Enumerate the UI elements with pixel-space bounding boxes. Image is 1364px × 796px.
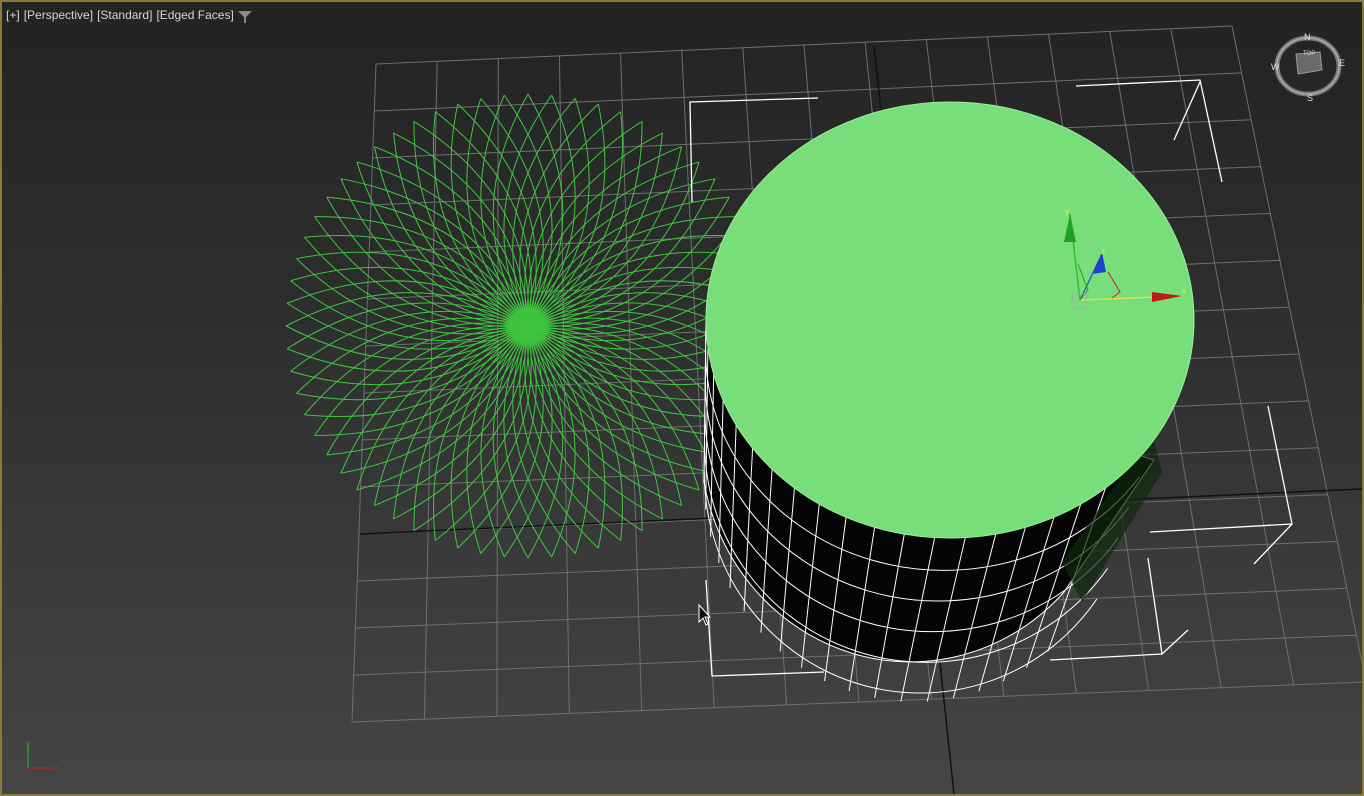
viewport-display-mode-label[interactable]: [Edged Faces]	[156, 8, 233, 22]
svg-text:z: z	[26, 753, 30, 762]
spline-segment	[285, 325, 529, 360]
compass-south: S	[1307, 93, 1313, 102]
mouse-cursor-icon	[698, 604, 712, 626]
viewport-shading-mode-label[interactable]: [Standard]	[97, 8, 152, 22]
viewport-point-of-view-label[interactable]: [Perspective]	[24, 8, 93, 22]
viewport-menu-plus[interactable]: [+]	[6, 8, 20, 22]
svg-text:x: x	[55, 763, 59, 772]
cylinder-object[interactable]	[703, 101, 1195, 702]
perspective-viewport[interactable]: x y z [+] [Perspective] [Standard] [Edged F…	[0, 0, 1364, 796]
green-star-spline	[285, 93, 771, 559]
svg-text:y: y	[26, 739, 30, 748]
filter-icon[interactable]	[238, 11, 252, 23]
viewport-labels[interactable]: [+] [Perspective] [Standard] [Edged Faces]	[6, 8, 238, 22]
axis-tripod: x y z	[26, 739, 59, 772]
spline-segment	[527, 325, 564, 559]
svg-text:x: x	[1182, 286, 1187, 296]
svg-text:y: y	[1065, 206, 1070, 216]
compass-west: W	[1271, 62, 1280, 72]
spline-segment	[492, 325, 529, 559]
compass-north: N	[1304, 32, 1311, 42]
cylinder-top-cap	[705, 101, 1195, 539]
grid-line	[351, 681, 1362, 723]
svg-text:TOP: TOP	[1303, 51, 1315, 57]
svg-text:z: z	[1101, 246, 1106, 256]
scene-canvas[interactable]: x y z	[2, 2, 1362, 794]
compass-east: E	[1339, 58, 1345, 68]
viewcube[interactable]: TOP N S E W	[1270, 32, 1346, 102]
